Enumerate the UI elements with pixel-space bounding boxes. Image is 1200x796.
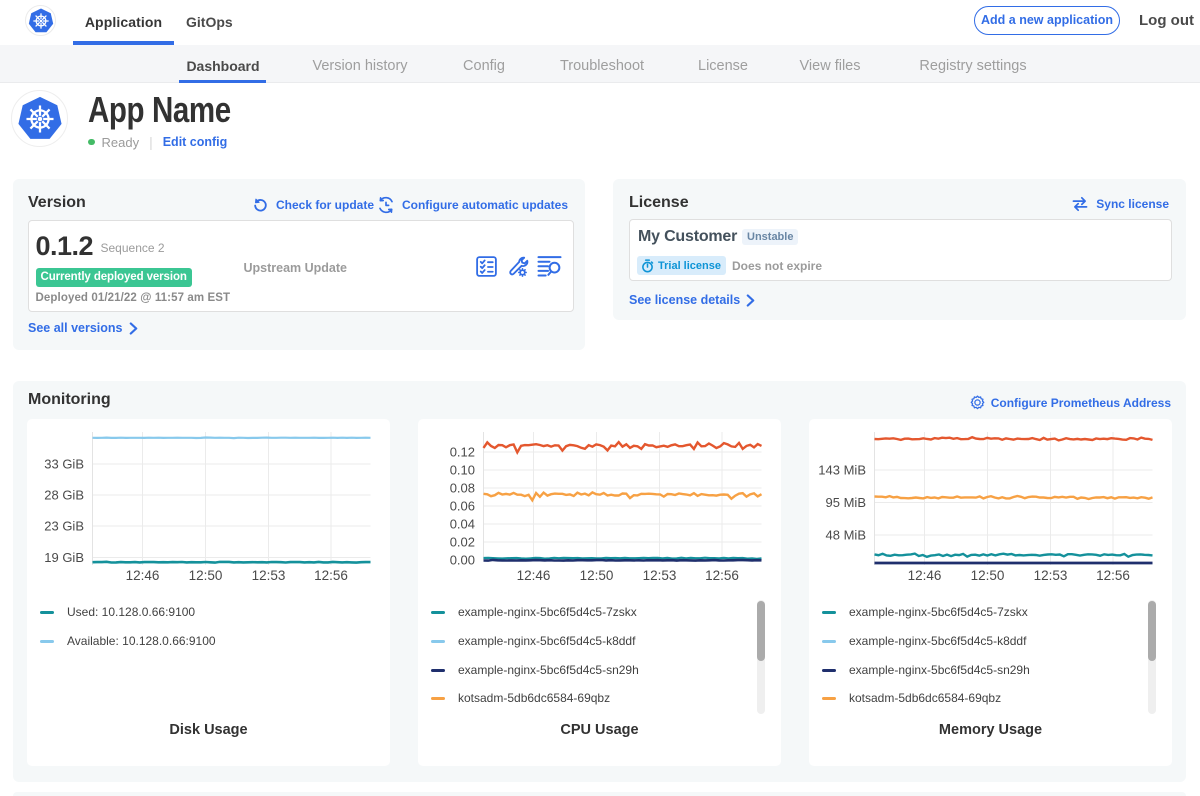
- svg-text:0.00: 0.00: [450, 553, 475, 568]
- svg-text:0.02: 0.02: [450, 535, 475, 550]
- svg-text:12:46: 12:46: [126, 568, 160, 583]
- svg-text:12:56: 12:56: [1096, 568, 1130, 583]
- svg-text:95 MiB: 95 MiB: [826, 495, 866, 510]
- svg-text:19 GiB: 19 GiB: [44, 550, 84, 565]
- svg-text:12:53: 12:53: [252, 568, 286, 583]
- svg-text:33 GiB: 33 GiB: [44, 457, 84, 472]
- svg-text:28 GiB: 28 GiB: [44, 488, 84, 503]
- svg-text:12:56: 12:56: [314, 568, 348, 583]
- svg-text:0.08: 0.08: [450, 481, 475, 496]
- svg-text:12:50: 12:50: [189, 568, 223, 583]
- svg-text:0.10: 0.10: [450, 463, 475, 478]
- svg-text:12:46: 12:46: [908, 568, 942, 583]
- svg-text:12:56: 12:56: [705, 568, 739, 583]
- svg-text:0.12: 0.12: [450, 445, 475, 460]
- svg-text:23 GiB: 23 GiB: [44, 519, 84, 534]
- svg-text:0.04: 0.04: [450, 517, 475, 532]
- svg-text:12:50: 12:50: [971, 568, 1005, 583]
- svg-text:0.06: 0.06: [450, 499, 475, 514]
- svg-text:12:46: 12:46: [517, 568, 551, 583]
- svg-text:12:50: 12:50: [580, 568, 614, 583]
- svg-text:48 MiB: 48 MiB: [826, 528, 866, 543]
- svg-text:12:53: 12:53: [1034, 568, 1068, 583]
- svg-text:12:53: 12:53: [643, 568, 677, 583]
- svg-text:143 MiB: 143 MiB: [818, 463, 866, 478]
